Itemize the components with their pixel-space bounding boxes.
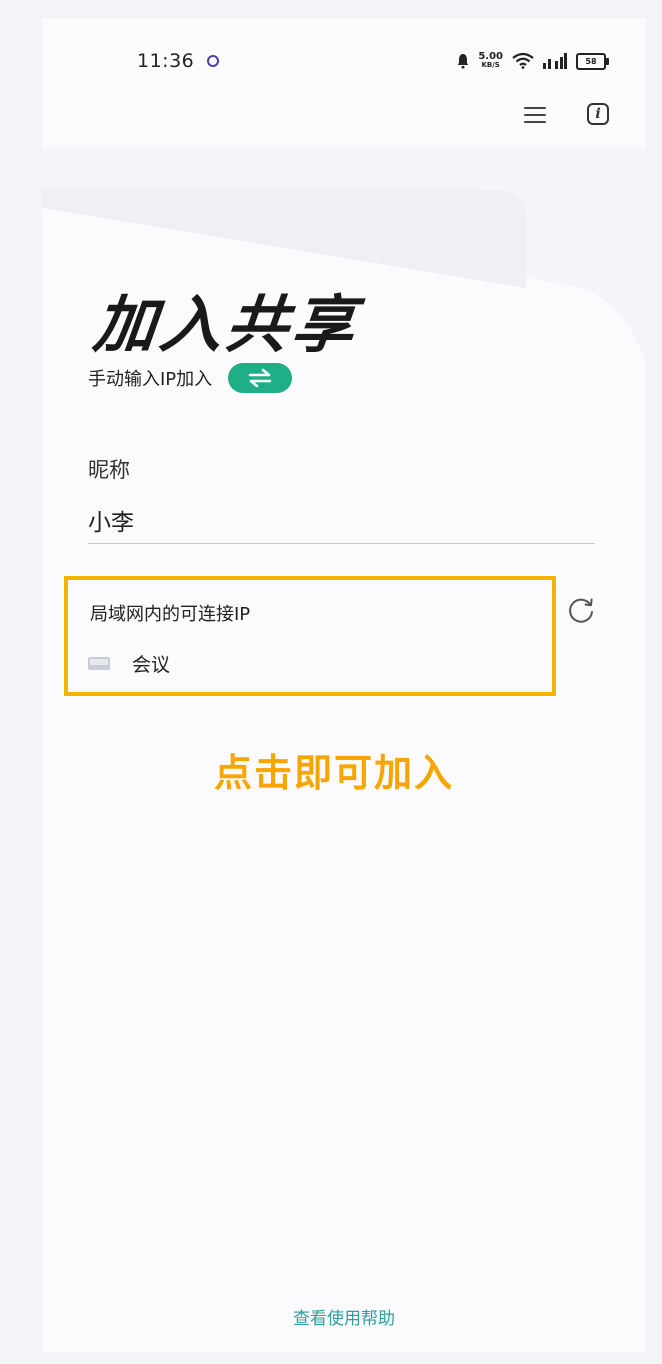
manual-ip-label[interactable]: 手动输入IP加入 — [88, 365, 212, 391]
menu-icon[interactable] — [524, 105, 546, 125]
phone-screen: 11:36 5.00 KB/S 58 i 加入共享 手动输入IP加入 昵称 小李… — [42, 18, 646, 1352]
info-glyph: i — [595, 106, 601, 122]
lan-device-item[interactable]: 会议 — [88, 650, 170, 677]
page-title: 加入共享 — [90, 288, 363, 361]
lan-device-panel: 局域网内的可连接IP 会议 — [64, 576, 556, 696]
battery-icon: 58 — [576, 52, 609, 70]
lan-section-title: 局域网内的可连接IP — [90, 604, 251, 625]
status-bar: 11:36 5.00 KB/S 58 — [42, 18, 646, 102]
info-icon[interactable]: i — [587, 103, 609, 125]
help-link[interactable]: 查看使用帮助 — [42, 1304, 646, 1329]
status-time: 11:36 — [137, 50, 195, 72]
signal-icon — [543, 53, 567, 69]
bell-icon — [458, 54, 469, 69]
lan-device-label: 会议 — [132, 654, 171, 676]
manual-ip-row: 手动输入IP加入 — [88, 363, 293, 393]
battery-level: 58 — [585, 56, 597, 66]
status-icons: 5.00 KB/S 58 — [457, 48, 609, 74]
network-speed-value: 5.00 — [478, 51, 503, 62]
network-speed-unit: KB/S — [481, 61, 500, 69]
click-to-join-hint: 点击即可加入 — [214, 751, 455, 795]
nickname-input[interactable] — [88, 500, 595, 544]
manual-ip-toggle-button[interactable] — [228, 363, 293, 393]
swap-arrows-icon — [248, 368, 272, 388]
wifi-icon — [512, 53, 534, 69]
refresh-icon[interactable] — [566, 595, 596, 625]
laptop-icon — [88, 657, 110, 670]
notification-dot-icon — [207, 55, 219, 67]
nickname-label: 昵称 — [88, 458, 130, 482]
network-speed: 5.00 KB/S — [478, 52, 503, 70]
